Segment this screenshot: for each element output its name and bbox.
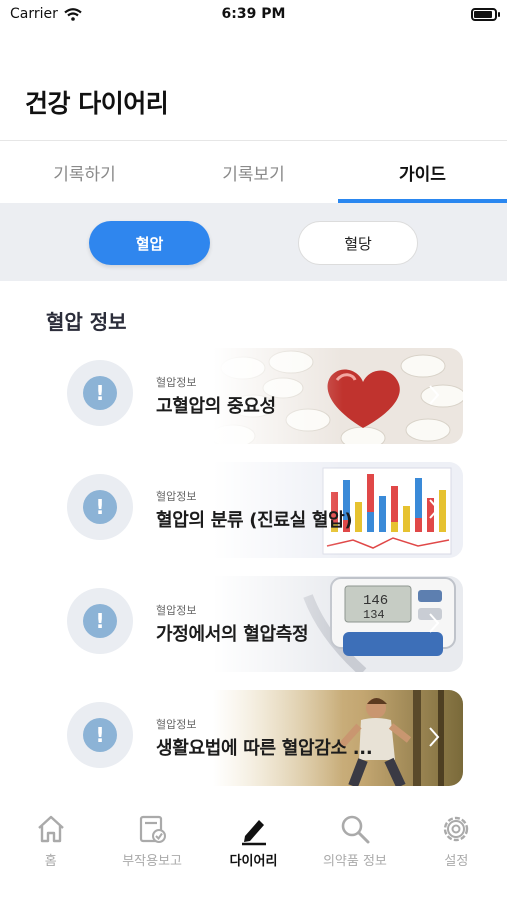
svg-text:134: 134 (363, 608, 385, 622)
nav-diary-label: 다이어리 (229, 854, 278, 869)
clock: 6:39 PM (221, 6, 286, 22)
nav-home[interactable]: 홈 (0, 800, 101, 900)
card-title: 고혈압의 중요성 (156, 396, 276, 417)
chevron-right-icon (429, 385, 440, 405)
info-icon-circle: ! (67, 360, 133, 426)
card-title: 혈압의 분류 (진료실 혈압) (156, 510, 353, 531)
card-category: 혈압정보 (156, 604, 197, 617)
nav-drug-info[interactable]: 의약품 정보 (304, 800, 405, 900)
chevron-right-icon (429, 499, 440, 519)
page-title: 건강 다이어리 (25, 89, 169, 118)
chevron-right-icon (429, 613, 440, 633)
card-title: 가정에서의 혈압측정 (156, 624, 309, 645)
segment-control-area: 혈압 혈당 (0, 203, 507, 281)
exclamation-icon: ! (83, 718, 117, 752)
tab-bar: 기록하기 기록보기 가이드 (0, 141, 507, 203)
card-category: 혈압정보 (156, 718, 197, 731)
chevron-right-icon (429, 727, 440, 747)
info-icon-circle: ! (67, 588, 133, 654)
nav-home-label: 홈 (44, 854, 57, 869)
nav-drug-info-label: 의약품 정보 (322, 854, 387, 869)
guide-card-hypertension-importance[interactable]: ! 혈압정보 고혈압의 중요성 (67, 348, 463, 444)
exclamation-icon: ! (83, 376, 117, 410)
blood-pressure-segment-button[interactable]: 혈압 (89, 221, 210, 265)
tab-view-records[interactable]: 기록보기 (169, 141, 338, 203)
guide-card-home-bp-measurement[interactable]: 146 134 ! 혈압정보 가정에서의 혈압측정 (67, 576, 463, 672)
nav-diary[interactable]: 다이어리 (203, 800, 304, 900)
battery-icon (471, 8, 500, 21)
section-title: 혈압 정보 (46, 310, 127, 334)
report-icon (140, 815, 167, 843)
search-icon (341, 815, 370, 844)
card-title: 생활요법에 따른 혈압감소 ... (156, 738, 373, 759)
blood-sugar-segment-button[interactable]: 혈당 (298, 221, 418, 265)
card-category: 혈압정보 (156, 490, 197, 503)
guide-card-lifestyle-bp-reduction[interactable]: ! 혈압정보 생활요법에 따른 혈압감소 ... (67, 690, 463, 786)
guide-card-bp-classification[interactable]: ! 혈압정보 혈압의 분류 (진료실 혈압) (67, 462, 463, 558)
home-icon (37, 815, 64, 843)
bottom-navigation: 홈 부작용보고 다이어리 의약품 정보 설정 (0, 800, 507, 900)
nav-adverse-report[interactable]: 부작용보고 (101, 800, 202, 900)
tab-record[interactable]: 기록하기 (0, 141, 169, 203)
nav-settings-label: 설정 (444, 854, 469, 869)
info-icon-circle: ! (67, 474, 133, 540)
exclamation-icon: ! (83, 604, 117, 638)
tab-guide[interactable]: 가이드 (338, 141, 507, 203)
pen-icon (241, 820, 266, 846)
info-icon-circle: ! (67, 702, 133, 768)
nav-adverse-report-label: 부작용보고 (122, 854, 183, 869)
status-bar: Carrier 6:39 PM (0, 0, 507, 30)
svg-text:146: 146 (363, 593, 388, 609)
gear-icon (444, 816, 469, 842)
card-category: 혈압정보 (156, 376, 197, 389)
nav-settings[interactable]: 설정 (406, 800, 507, 900)
exclamation-icon: ! (83, 490, 117, 524)
